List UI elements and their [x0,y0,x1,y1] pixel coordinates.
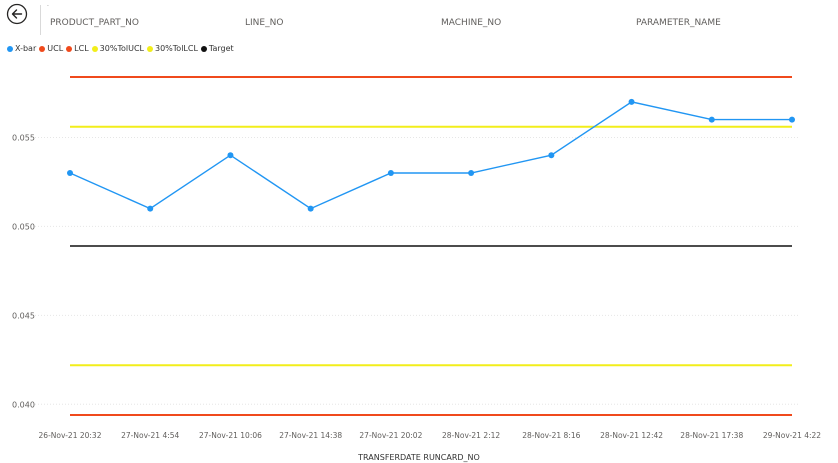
x-tick-label: 28-Nov-21 8:16 [522,431,580,440]
y-tick-label: 0.050 [12,222,35,231]
chart-plot-area: 0.040 0.045 0.050 0.055 26-Nov-21 20:32 27-No… [12,76,821,440]
data-point-xbar [708,116,715,123]
data-point-xbar [789,116,795,123]
x-axis-title: TRANSFERDATE RUNCARD_NO [358,453,480,462]
x-tick-label: 26-Nov-21 20:32 [39,431,102,440]
x-tick-label: 28-Nov-21 2:12 [442,431,500,440]
data-point-xbar [147,205,154,212]
data-point-xbar [307,205,314,212]
data-point-xbar [227,152,234,159]
x-tick-label: 28-Nov-21 17:38 [680,431,743,440]
y-tick-label: 0.045 [12,311,35,320]
data-point-xbar [387,170,394,177]
series-line-xbar [69,101,792,210]
x-tick-label: 29-Nov-21 4:22 [763,431,821,440]
data-point-xbar [628,98,635,105]
data-point-xbar [468,170,475,177]
y-tick-label: 0.055 [12,133,35,142]
y-tick-label: 0.040 [12,400,35,409]
data-point-xbar [548,152,555,159]
x-tick-label: 27-Nov-21 4:54 [121,431,179,440]
x-tick-label: 27-Nov-21 10:06 [199,431,262,440]
x-tick-label: 28-Nov-21 12:42 [600,431,663,440]
x-tick-label: 27-Nov-21 20:02 [359,431,422,440]
x-tick-label: 27-Nov-21 14:38 [279,431,342,440]
data-point-xbar [67,170,73,177]
